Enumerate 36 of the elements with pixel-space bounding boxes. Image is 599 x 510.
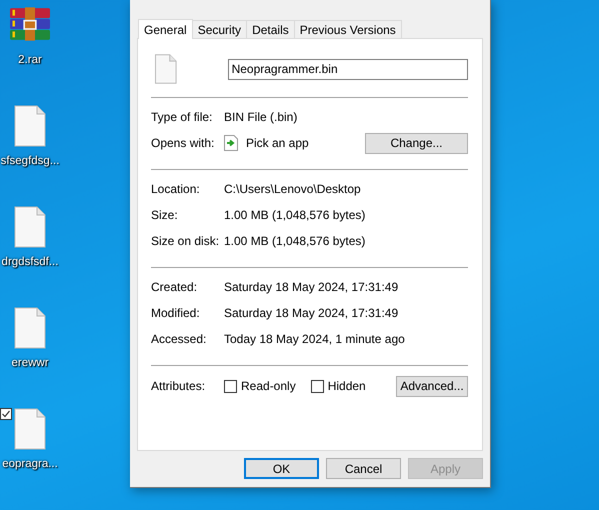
property-value: Saturday 18 May 2024, 17:31:49: [224, 306, 398, 320]
change-button[interactable]: Change...: [365, 132, 468, 154]
property-label: Type of file:: [151, 110, 214, 124]
checkbox[interactable]: [224, 380, 237, 392]
checkbox[interactable]: [310, 380, 324, 392]
property-value: 1.00 MB (1,048,576 bytes): [224, 208, 366, 222]
tab[interactable]: Security: [192, 20, 248, 38]
property-value: Pick an app: [246, 136, 310, 150]
property-label: Modified:: [151, 306, 201, 320]
property-value: BIN File (.bin): [224, 110, 298, 124]
property-label: Opens with:: [151, 136, 216, 150]
advanced-button[interactable]: Advanced...: [396, 376, 468, 396]
property-label: Accessed:: [151, 332, 208, 346]
tab[interactable]: Previous Versions: [294, 20, 402, 38]
file-name-label[interactable]: 2.rar: [18, 54, 42, 66]
dialog-button[interactable]: OK: [244, 458, 319, 479]
dialog-button[interactable]: Cancel: [326, 458, 401, 479]
property-label: Attributes:: [151, 379, 206, 393]
app-icon: [224, 135, 238, 151]
file-icon[interactable]: [14, 206, 46, 248]
property-label: Created:: [151, 280, 198, 294]
selection-checkbox[interactable]: [0, 408, 12, 420]
file-name-field[interactable]: Neopragrammer.bin: [228, 58, 468, 80]
tab[interactable]: General: [138, 19, 193, 39]
file-icon[interactable]: [14, 307, 46, 349]
file-icon[interactable]: [14, 105, 46, 147]
property-label: Size:: [151, 208, 179, 222]
property-value: Saturday 18 May 2024, 17:31:49: [224, 280, 398, 294]
property-label: Size on disk:: [151, 234, 220, 248]
property-value: 1.00 MB (1,048,576 bytes): [224, 234, 366, 248]
property-value: Today 18 May 2024, 1 minute ago: [224, 332, 405, 346]
property-value: C:\Users\Lenovo\Desktop: [224, 182, 361, 196]
checkbox-label[interactable]: Hidden: [328, 379, 366, 393]
checkbox-label[interactable]: Read-only: [241, 379, 296, 393]
file-icon: [155, 54, 177, 84]
property-label: Location:: [151, 182, 201, 196]
